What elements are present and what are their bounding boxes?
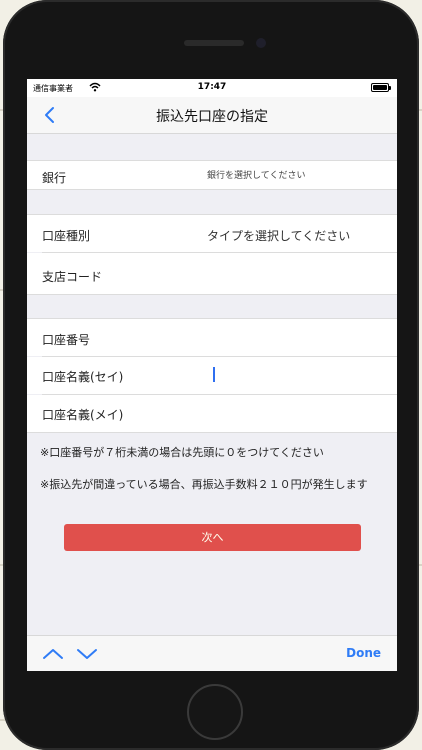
bank-label: 銀行	[42, 171, 67, 185]
navigation-bar: 振込先口座の指定	[27, 97, 397, 134]
name-sei-row[interactable]: 口座名義(セイ)	[27, 357, 397, 394]
bank-select-value[interactable]: 銀行を選択してください	[207, 168, 305, 181]
account-type-select-value[interactable]: タイプを選択してください	[207, 227, 350, 244]
phone-screen: 通信事業者 17:47 振込先口座の指定 銀行 銀行を選択してください 口座種別…	[27, 79, 397, 671]
note-account-digits: ※口座番号が７桁未満の場合は先頭に０をつけてください	[40, 446, 324, 459]
divider	[27, 189, 397, 190]
divider	[27, 294, 397, 295]
name-mei-row[interactable]: 口座名義(メイ)	[27, 395, 397, 432]
branch-code-label: 支店コード	[42, 270, 103, 284]
front-camera	[256, 38, 266, 48]
status-time: 17:47	[197, 82, 227, 92]
bank-row[interactable]: 銀行 銀行を選択してください	[27, 161, 397, 189]
done-button[interactable]: Done	[346, 646, 381, 660]
name-mei-label: 口座名義(メイ)	[42, 408, 124, 422]
note-transfer-fee: ※振込先が間違っている場合、再振込手数料２１０円が発生します	[40, 478, 368, 491]
account-number-row[interactable]: 口座番号	[27, 319, 397, 356]
speaker-grille	[184, 40, 244, 46]
status-bar: 通信事業者 17:47	[27, 79, 397, 97]
divider	[27, 432, 397, 433]
chevron-up-icon[interactable]	[41, 644, 65, 664]
home-button[interactable]	[187, 684, 243, 740]
battery-icon	[371, 83, 391, 92]
name-sei-label: 口座名義(セイ)	[42, 370, 124, 384]
account-number-label: 口座番号	[42, 333, 91, 347]
account-type-label: 口座種別	[42, 229, 91, 243]
branch-code-row[interactable]: 支店コード	[27, 253, 397, 294]
keyboard-toolbar: Done	[27, 635, 397, 671]
page-title: 振込先口座の指定	[156, 109, 268, 125]
next-button[interactable]: 次へ	[64, 524, 361, 551]
account-type-row[interactable]: 口座種別 タイプを選択してください	[27, 215, 397, 252]
text-cursor	[213, 367, 215, 382]
chevron-down-icon[interactable]	[75, 644, 99, 664]
